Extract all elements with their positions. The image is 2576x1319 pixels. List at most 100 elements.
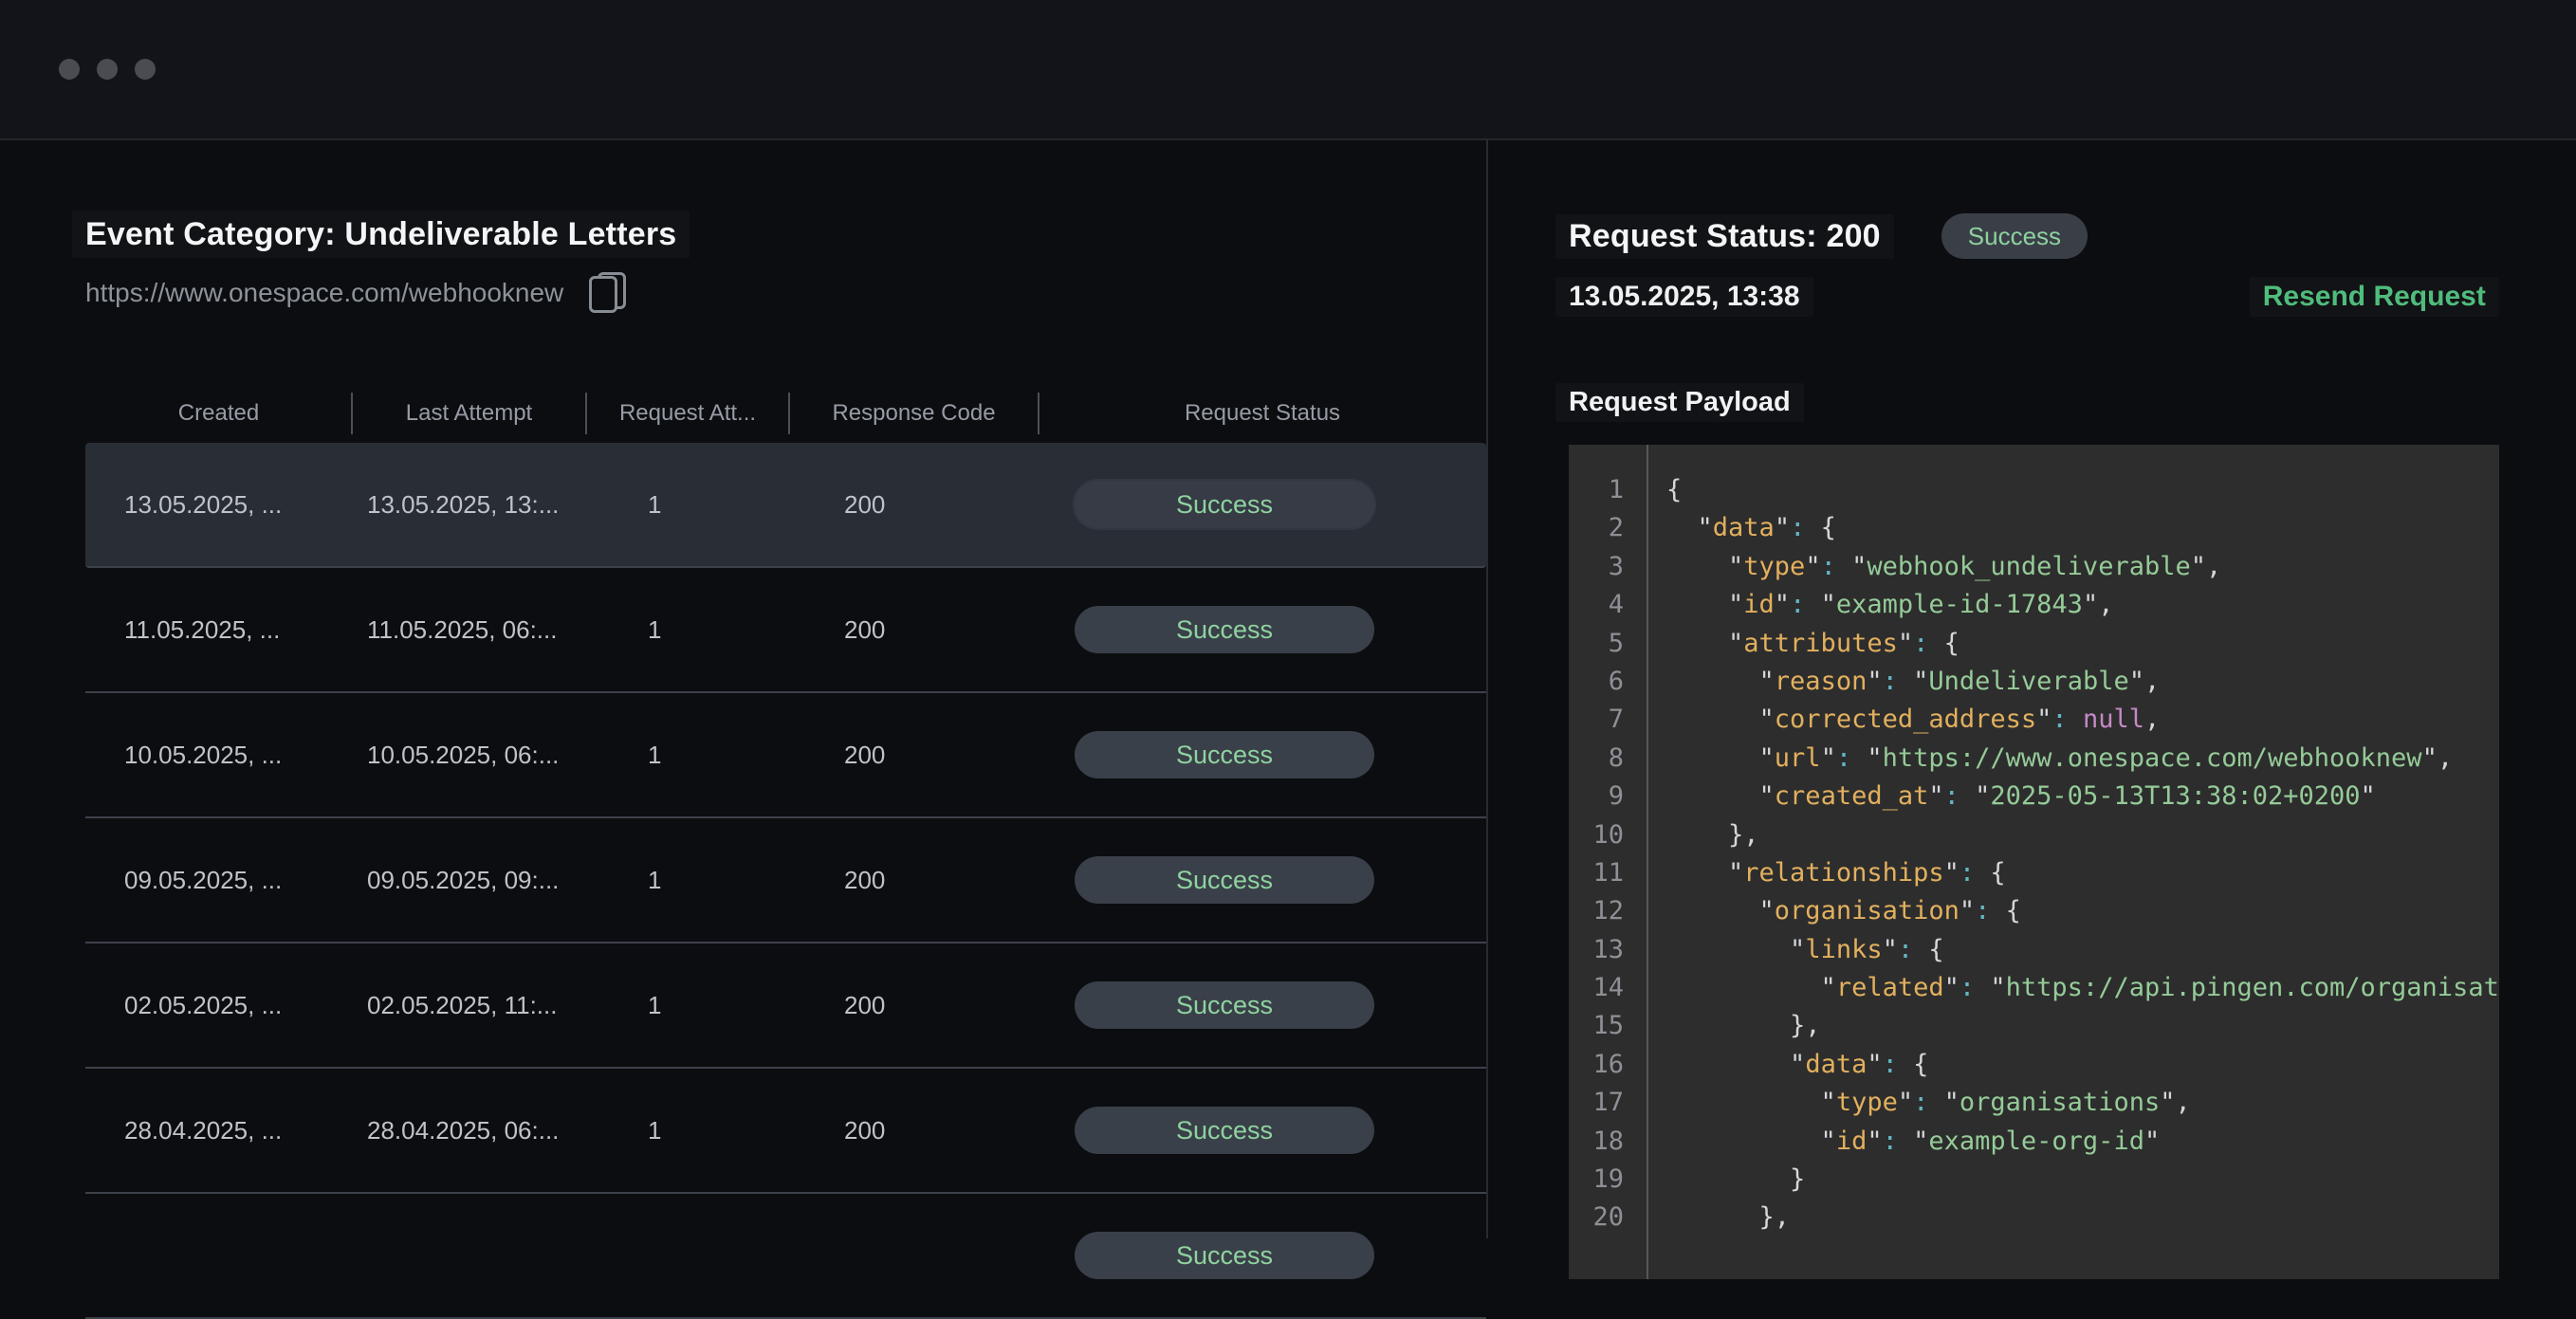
table-row[interactable]: 09.05.2025, ...09.05.2025, 09:...1200Suc… [85,818,1486,943]
response-code-cell: 200 [789,1116,1039,1145]
code-line: 16 "data": { [1569,1046,2499,1084]
code-line: 3 "type": "webhook_undeliverable", [1569,548,2499,586]
table-row[interactable]: Success [85,1194,1486,1319]
status-badge: Success [1941,213,2088,259]
request-status-header: Request Status: 200 Success [1569,211,2499,262]
code-line: 10 }, [1569,816,2499,854]
last-attempt-cell: 10.05.2025, 06:... [352,741,586,770]
code-text: "type": "webhook_undeliverable", [1624,548,2221,586]
window-control-dot[interactable] [59,59,80,80]
column-header-c2: Last Attempt [352,384,586,443]
line-number: 16 [1569,1046,1624,1084]
status-pill: Success [1075,856,1374,904]
request-status-cell: Success [1039,1107,1486,1154]
copy-icon[interactable] [588,272,626,314]
status-pill: Success [1075,1107,1374,1154]
request-status-cell: Success [1039,481,1486,528]
payload-section-label: Request Payload [1569,383,2499,421]
code-text: "data": { [1624,1046,1928,1084]
created-cell: 09.05.2025, ... [85,866,352,895]
line-number: 2 [1569,509,1624,547]
page-title: Event Category: Undeliverable Letters [85,211,1486,258]
code-text: }, [1624,1199,1790,1237]
code-text: "corrected_address": null, [1624,701,2160,739]
line-number: 9 [1569,778,1624,815]
request-status-cell: Success [1039,981,1486,1029]
payload-code-block: 1{2 "data": {3 "type": "webhook_undelive… [1569,445,2499,1279]
code-line: 7 "corrected_address": null, [1569,701,2499,739]
window-control-dot[interactable] [135,59,156,80]
response-code-cell: 200 [789,741,1039,770]
table-row[interactable]: 10.05.2025, ...10.05.2025, 06:...1200 Suc… [85,693,1486,818]
status-pill: Success [1075,731,1374,779]
code-text: "reason": "Undeliverable", [1624,663,2160,701]
status-pill: Success [1075,981,1374,1029]
main-content: Event Category: Undeliverable Letters ht… [0,140,2576,1238]
line-number: 19 [1569,1161,1624,1199]
line-number: 12 [1569,892,1624,930]
code-text: }, [1624,816,1759,854]
column-header-c3: Request Att... [586,384,789,443]
created-cell: 11.05.2025, ... [85,615,352,645]
line-number: 17 [1569,1084,1624,1122]
code-text: "id": "example-id-17843", [1624,586,2113,624]
column-header-c4: Response Code [789,384,1039,443]
response-code-cell: 200 [789,615,1039,645]
status-pill: Success [1075,481,1374,528]
code-text: "type": "organisations", [1624,1084,2191,1122]
line-number: 13 [1569,931,1624,969]
code-text: "relationships": { [1624,854,2006,892]
code-text: "created_at": "2025-05-13T13:38:02+0200" [1624,778,2376,815]
code-line: 20 }, [1569,1199,2499,1237]
line-number: 20 [1569,1199,1624,1237]
request-meta-row: 13.05.2025, 13:38 Resend Request [1569,277,2499,317]
status-pill: Success [1075,1232,1374,1279]
webhook-url: https://www.onespace.com/webhooknew [85,278,563,308]
last-attempt-cell: 02.05.2025, 11:... [352,991,586,1020]
response-code-cell: 200 [789,866,1039,895]
payload-label-text: Request Payload [1555,383,1804,422]
code-text: "related": "https://api.pingen.com/organ… [1624,969,2499,1007]
page-title-text: Event Category: Undeliverable Letters [72,211,690,258]
code-line: 9 "created_at": "2025-05-13T13:38:02+020… [1569,778,2499,815]
line-number: 8 [1569,740,1624,778]
table-row[interactable]: 28.04.2025, ...28.04.2025, 06:...1200Suc… [85,1069,1486,1194]
request-attempts-cell: 1 [586,490,789,520]
code-line: 15 }, [1569,1007,2499,1045]
code-line: 11 "relationships": { [1569,854,2499,892]
last-attempt-cell: 11.05.2025, 06:... [352,615,586,645]
code-text: "links": { [1624,931,1944,969]
request-status-cell: Success [1039,856,1486,904]
code-text: "organisation": { [1624,892,2021,930]
line-number: 6 [1569,663,1624,701]
table-row[interactable]: 02.05.2025, ...02.05.2025, 11:...1200Suc… [85,943,1486,1069]
code-text: }, [1624,1007,1821,1045]
code-text: "id": "example-org-id" [1624,1123,2160,1161]
request-status-cell: Success [1039,606,1486,653]
webhook-events-panel: Event Category: Undeliverable Letters ht… [0,140,1488,1238]
status-pill: Success [1075,606,1374,653]
code-text: "url": "https://www.onespace.com/webhook… [1624,740,2453,778]
table-row[interactable]: 11.05.2025, ...11.05.2025, 06:...1200 Suc… [85,568,1486,693]
created-cell: 10.05.2025, ... [85,741,352,770]
last-attempt-cell: 28.04.2025, 06:... [352,1116,586,1145]
code-line: 19 } [1569,1161,2499,1199]
created-cell: 13.05.2025, ... [85,490,352,520]
created-cell: 28.04.2025, ... [85,1116,352,1145]
line-number: 3 [1569,548,1624,586]
code-line: 14 "related": "https://api.pingen.com/or… [1569,969,2499,1007]
request-attempts-cell: 1 [586,615,789,645]
column-header-c5: Request Status [1039,384,1486,443]
resend-request-link[interactable]: Resend Request [2250,277,2499,317]
request-attempts-cell: 1 [586,741,789,770]
window-control-dot[interactable] [97,59,118,80]
line-number: 4 [1569,586,1624,624]
gutter-divider [1647,445,1648,1279]
table-row[interactable]: 13.05.2025, ...13.05.2025, 13:...1200Suc… [85,443,1486,568]
column-header-c1: Created [85,384,352,443]
last-attempt-cell: 09.05.2025, 09:... [352,866,586,895]
code-line: 2 "data": { [1569,509,2499,547]
window-titlebar [0,0,2576,140]
code-line: 13 "links": { [1569,931,2499,969]
code-text: { [1624,471,1682,509]
